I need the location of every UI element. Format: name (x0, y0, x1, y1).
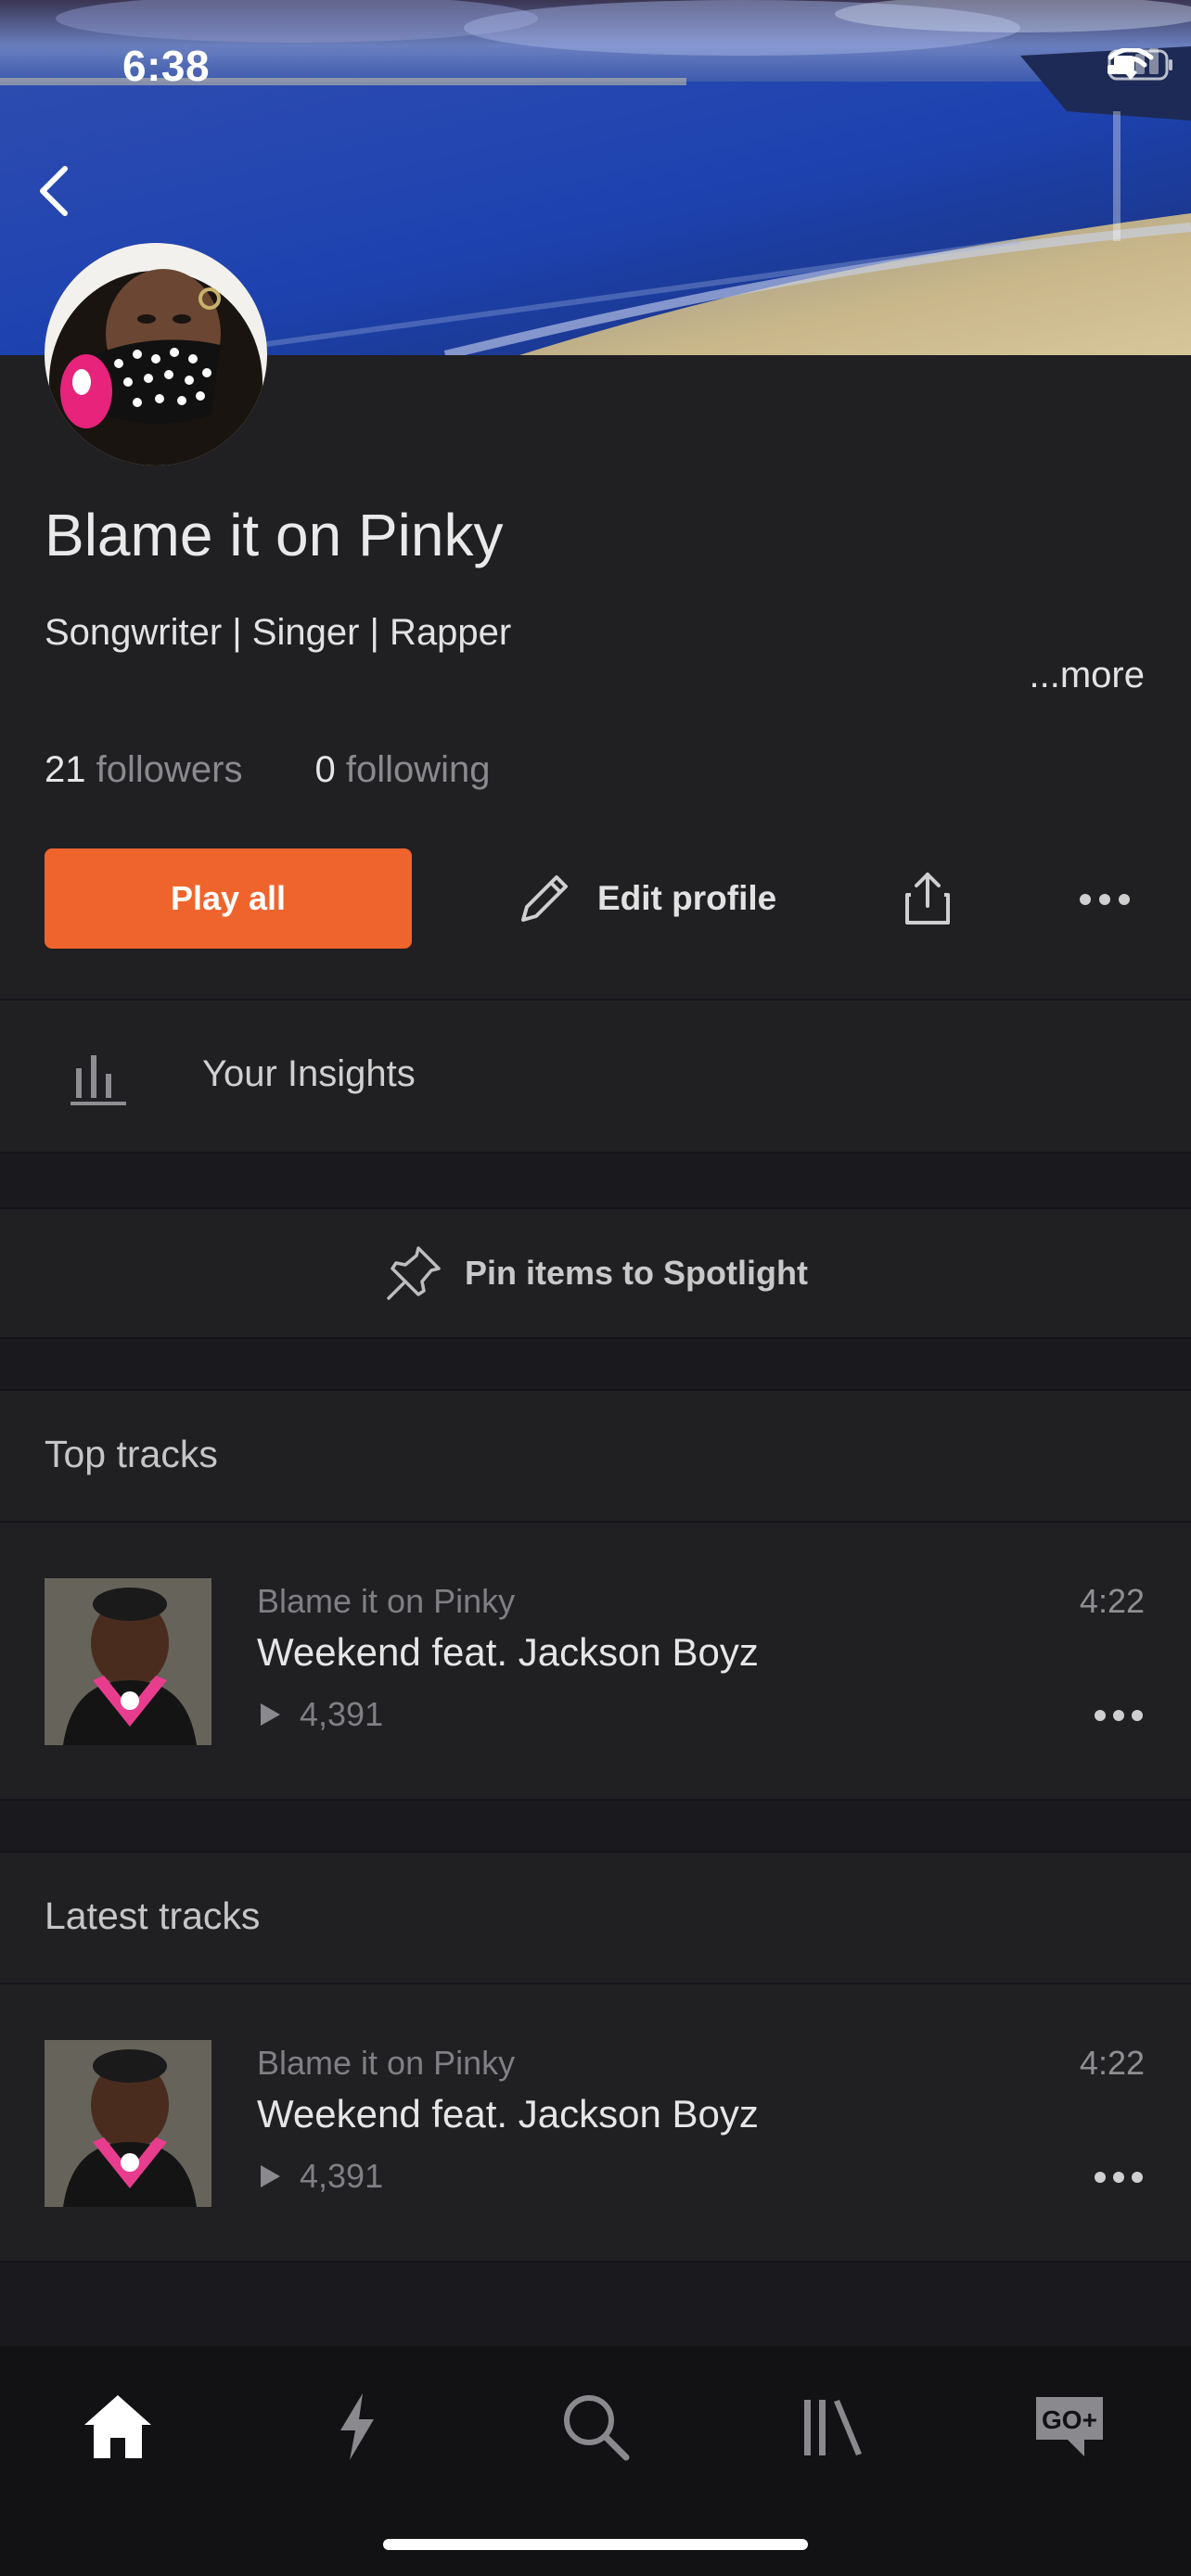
track-plays: 4,391 (257, 2157, 383, 2196)
followers-label: followers (96, 749, 243, 790)
followers-stat[interactable]: 21 followers (45, 749, 242, 791)
divider (0, 1389, 1191, 1391)
section-spacer (0, 1801, 1191, 1851)
track-title: Weekend feat. Jackson Boyz (257, 1630, 759, 1674)
track-artwork (45, 1578, 211, 1745)
track-more-button[interactable] (1093, 2166, 1145, 2188)
play-all-button[interactable]: Play all (45, 848, 412, 949)
track-plays: 4,391 (257, 1695, 383, 1734)
your-insights-row[interactable]: Your Insights (0, 1001, 1191, 1152)
track-more-button[interactable] (1093, 1704, 1145, 1727)
share-icon (905, 873, 950, 925)
go-plus-text: GO+ (1042, 2405, 1097, 2434)
more-dots-icon (1095, 1710, 1143, 1721)
following-count: 0 (314, 749, 336, 790)
status-time: 6:38 (122, 42, 211, 90)
edit-profile-button[interactable]: Edit profile (516, 848, 776, 949)
track-artist: Blame it on Pinky (257, 2044, 516, 2082)
avatar-image (45, 243, 267, 465)
nav-go-plus[interactable]: GO+ (1028, 2385, 1111, 2468)
back-button[interactable] (28, 158, 83, 223)
track-artist: Blame it on Pinky (257, 1582, 516, 1620)
play-icon (261, 2165, 280, 2187)
lightning-icon (340, 2393, 374, 2460)
section-spacer (0, 2263, 1191, 2346)
your-insights-label: Your Insights (202, 1053, 416, 1094)
profile-actions: Play all Edit profile (45, 848, 1146, 949)
share-button[interactable] (900, 869, 955, 928)
section-spacer (0, 1154, 1191, 1207)
edit-profile-label: Edit profile (597, 879, 777, 917)
chevron-left-icon (40, 166, 68, 216)
profile-name: Blame it on Pinky (45, 502, 504, 568)
divider (0, 999, 1191, 1001)
profile-screen: 6:38 Blame it on Pinky Songwriter | Sing… (0, 0, 1191, 2576)
track-play-count: 4,391 (300, 2157, 384, 2195)
play-icon (261, 1703, 280, 1726)
nav-home[interactable] (76, 2385, 160, 2468)
following-stat[interactable]: 0 following (314, 749, 490, 791)
divider (0, 1851, 1191, 1853)
nav-search[interactable] (554, 2385, 637, 2468)
profile-avatar[interactable] (45, 243, 267, 465)
pencil-icon (521, 875, 568, 922)
track-title: Weekend feat. Jackson Boyz (257, 2092, 759, 2136)
profile-stats: 21 followers 0 following (45, 749, 491, 791)
track-play-count: 4,391 (300, 1695, 384, 1733)
more-dots-icon (1095, 2172, 1143, 2183)
nav-library[interactable] (791, 2385, 875, 2468)
following-label: following (345, 749, 491, 790)
nav-stream[interactable] (315, 2385, 399, 2468)
home-icon (84, 2395, 151, 2458)
section-spacer (0, 1339, 1191, 1389)
top-tracks-title: Top tracks (45, 1433, 218, 1475)
battery-icon (1108, 49, 1172, 81)
home-indicator (383, 2539, 808, 2550)
track-duration: 4:22 (1079, 2044, 1145, 2082)
track-row[interactable]: Blame it on Pinky Weekend feat. Jackson … (0, 1523, 1191, 1801)
bar-chart-icon (70, 1048, 130, 1112)
pin-spotlight-button[interactable]: Pin items to Spotlight (0, 1209, 1191, 1337)
more-dots-icon (1080, 894, 1130, 905)
go-plus-icon: GO+ (1036, 2397, 1103, 2456)
pin-spotlight-label: Pin items to Spotlight (465, 1254, 808, 1292)
track-row[interactable]: Blame it on Pinky Weekend feat. Jackson … (0, 1984, 1191, 2263)
track-duration: 4:22 (1079, 1582, 1145, 1620)
latest-tracks-title: Latest tracks (45, 1894, 261, 1937)
pin-icon (387, 1246, 441, 1300)
track-artwork (45, 2040, 211, 2207)
search-icon (564, 2395, 630, 2461)
more-options-button[interactable] (1072, 886, 1137, 913)
bio-more-link[interactable]: ...more (1030, 655, 1145, 696)
profile-bio: Songwriter | Singer | Rapper (45, 612, 512, 653)
followers-count: 21 (45, 749, 86, 790)
library-icon (804, 2400, 862, 2455)
